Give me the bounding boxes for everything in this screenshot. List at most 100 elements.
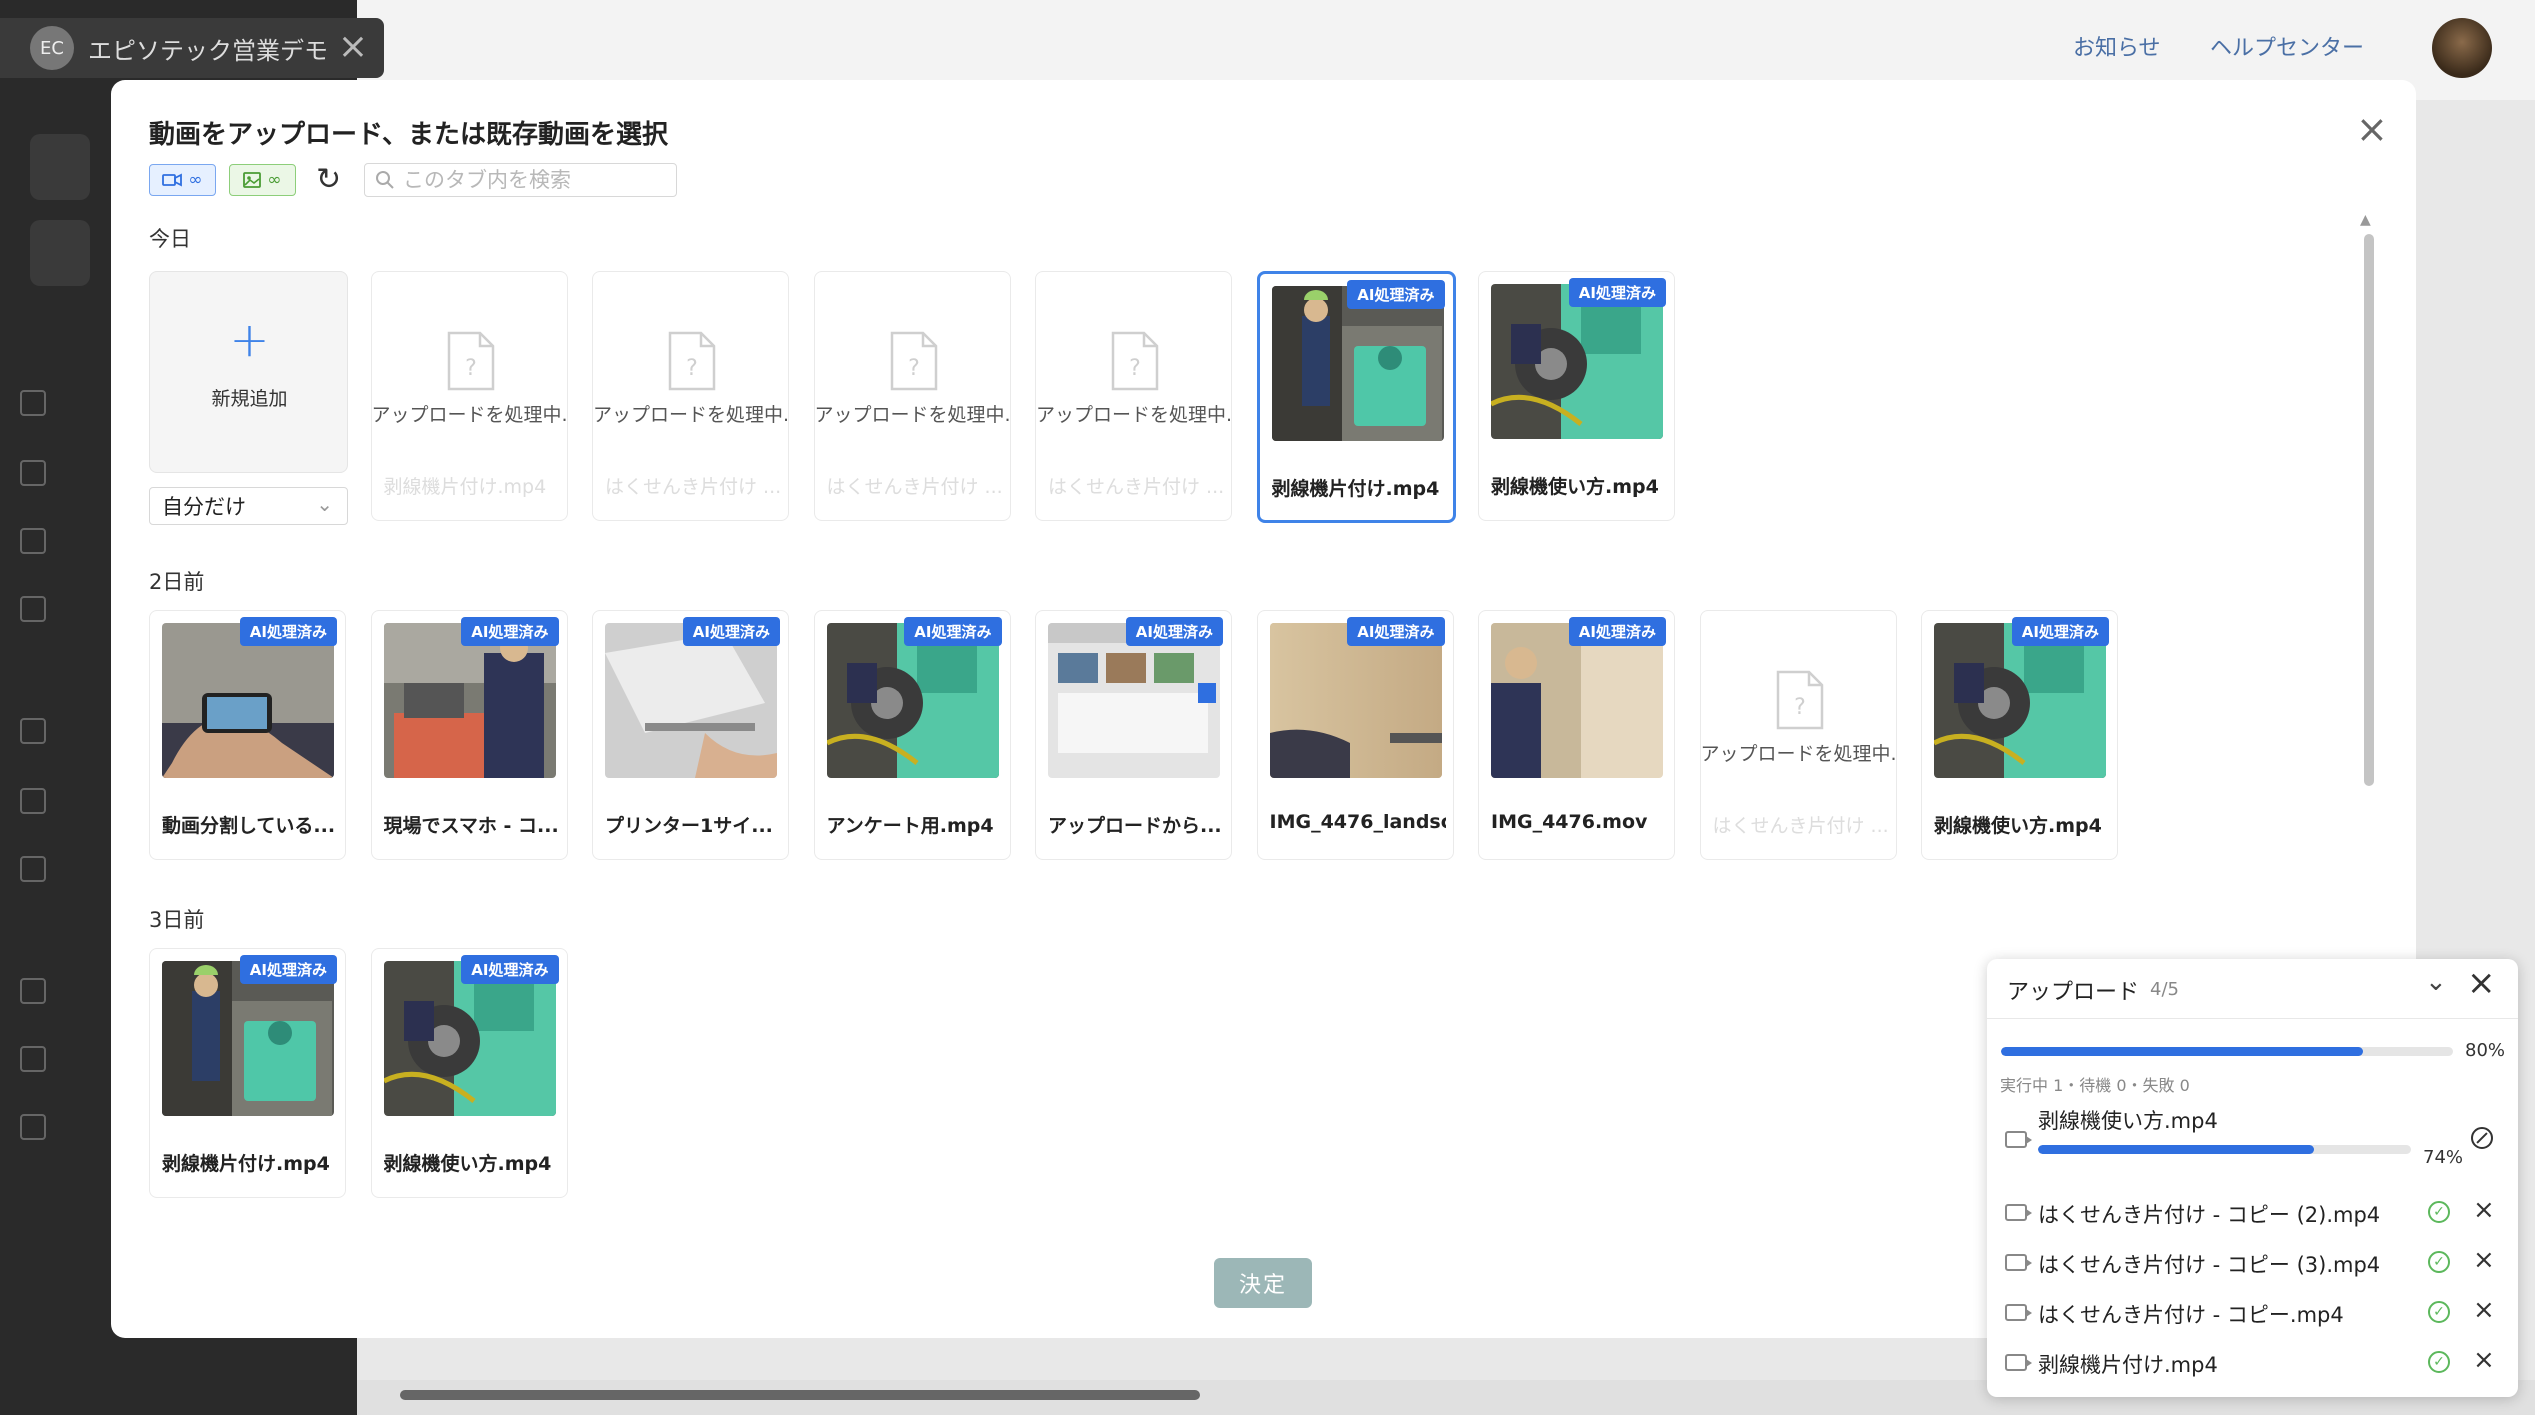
rocket-icon[interactable] bbox=[20, 856, 46, 882]
item-progress-fill bbox=[2038, 1145, 2315, 1154]
owner-filter-select[interactable]: 自分だけ ⌄ bbox=[149, 487, 348, 525]
video-card-name: アンケート用.mp4 bbox=[826, 815, 994, 837]
refresh-icon[interactable]: ↻ bbox=[316, 162, 341, 197]
avatar[interactable] bbox=[2432, 18, 2492, 78]
video-thumbnail bbox=[1269, 623, 1442, 778]
video-icon bbox=[2005, 1304, 2032, 1321]
remove-icon[interactable]: × bbox=[2473, 1295, 2495, 1325]
video-card[interactable]: AI処理済み アップロードから... bbox=[1035, 610, 1232, 860]
video-card-name: 剥線機使い方.mp4 bbox=[383, 1153, 552, 1175]
file-placeholder-icon: ? bbox=[447, 331, 494, 391]
image-filter-chip[interactable]: ∞ bbox=[229, 164, 296, 196]
video-icon bbox=[2005, 1254, 2032, 1271]
ai-processed-badge: AI処理済み bbox=[1347, 617, 1445, 646]
search-field[interactable] bbox=[364, 163, 677, 197]
idea-button[interactable] bbox=[30, 220, 90, 286]
video-thumbnail bbox=[1271, 286, 1444, 441]
video-card[interactable]: AI処理済み IMG_4476.mov bbox=[1478, 610, 1675, 860]
ai-processed-badge: AI処理済み bbox=[239, 617, 337, 646]
shield-icon[interactable] bbox=[20, 1114, 46, 1140]
new-upload-card[interactable]: + 新規追加 bbox=[149, 271, 348, 473]
add-button[interactable] bbox=[30, 134, 90, 200]
file-placeholder-icon: ? bbox=[1111, 331, 1159, 391]
ai-processed-badge: AI処理済み bbox=[1568, 278, 1666, 307]
video-card[interactable]: AI処理済み 剥線機片付け.mp4 bbox=[149, 948, 346, 1198]
video-thumbnail bbox=[605, 623, 777, 778]
chevron-down-icon: ⌄ bbox=[316, 492, 333, 516]
search-input[interactable] bbox=[403, 168, 663, 192]
video-thumbnail bbox=[1491, 284, 1663, 439]
background-scrollbar-thumb[interactable] bbox=[400, 1390, 1200, 1400]
upload-item-name: はくせんき片付け - コピー.mp4 bbox=[2038, 1303, 2344, 1327]
divider bbox=[1987, 1018, 2518, 1019]
board-icon[interactable] bbox=[20, 718, 46, 744]
book-icon[interactable] bbox=[20, 528, 46, 554]
news-link[interactable]: お知らせ bbox=[2073, 30, 2161, 62]
section-label: 今日 bbox=[149, 227, 191, 251]
upload-count: 4/5 bbox=[2150, 979, 2179, 1000]
ai-processed-badge: AI処理済み bbox=[461, 955, 559, 984]
video-card-name: IMG_4476_landsc... bbox=[1269, 811, 1446, 833]
processing-video-card: ? アップロードを処理中... はくせんき片付け ... bbox=[1699, 610, 1898, 860]
video-card[interactable]: AI処理済み剥線機使い方.mp4 bbox=[370, 948, 568, 1198]
workspace-tab[interactable]: EC エピソテック営業デモ × bbox=[0, 18, 384, 78]
remove-icon[interactable]: × bbox=[2473, 1245, 2495, 1275]
video-card-name: はくせんき片付け ... bbox=[826, 476, 1003, 498]
upload-panel: アップロード 4/5 ⌄ × 80% 実行中 1・待機 0・失敗 0 剥線機使い… bbox=[1987, 959, 2518, 1397]
flask-icon[interactable] bbox=[20, 596, 46, 622]
upload-status-line: 実行中 1・待機 0・失敗 0 bbox=[2000, 1076, 2190, 1095]
video-card[interactable]: AI処理済み プリンター1サイ... bbox=[592, 610, 789, 860]
video-card[interactable]: AI処理済み 動画分割している... bbox=[149, 610, 346, 860]
video-card-name: はくせんき片付け ... bbox=[1712, 815, 1889, 837]
owner-filter-value: 自分だけ bbox=[162, 495, 246, 519]
video-card[interactable]: AI処理済み 剥線機使い方.mp4 bbox=[1921, 610, 2118, 860]
cancel-upload-icon[interactable] bbox=[2471, 1127, 2493, 1149]
video-card[interactable]: AI処理済み 剥線機片付け.mp4 bbox=[1256, 271, 1456, 523]
processing-video-card: ? アップロードを処理中... はくせんき片付け ... bbox=[813, 271, 1012, 521]
close-icon[interactable]: × bbox=[338, 26, 368, 67]
collapse-icon[interactable]: ⌄ bbox=[2425, 967, 2447, 997]
chart-icon[interactable] bbox=[20, 788, 46, 814]
modal-scrollbar-thumb[interactable] bbox=[2364, 234, 2374, 786]
video-card[interactable]: AI処理済み アンケート用.mp4 bbox=[813, 610, 1011, 860]
video-card[interactable]: AI処理済み 現場でスマホ - コ... bbox=[370, 610, 568, 860]
file-placeholder-icon: ? bbox=[668, 331, 716, 391]
users-icon[interactable] bbox=[20, 978, 46, 1004]
image-filter-count: ∞ bbox=[267, 170, 282, 190]
section-label: 3日前 bbox=[149, 908, 205, 932]
video-card-name: 剥線機片付け.mp4 bbox=[162, 1153, 330, 1175]
overall-progress-fill bbox=[2001, 1047, 2363, 1056]
video-card-name: プリンター1サイ... bbox=[605, 815, 773, 837]
alarm-icon[interactable] bbox=[20, 1046, 46, 1072]
video-card[interactable]: AI処理済み IMG_4476_landsc... bbox=[1256, 610, 1454, 860]
close-icon[interactable]: × bbox=[2356, 110, 2388, 148]
file-placeholder-icon: ? bbox=[890, 331, 937, 391]
video-filter-count: ∞ bbox=[188, 170, 203, 190]
video-thumbnail bbox=[1048, 623, 1220, 778]
video-card[interactable]: AI処理済み剥線機使い方.mp4 bbox=[1478, 271, 1675, 521]
upload-item: はくせんき片付け - コピー (3).mp4 ✓ × bbox=[1987, 1243, 2518, 1283]
document-icon[interactable] bbox=[20, 390, 46, 416]
video-card-name: 剥線機片付け.mp4 bbox=[383, 476, 547, 498]
video-card-name: はくせんき片付け ... bbox=[1048, 476, 1224, 498]
scroll-up-icon[interactable]: ▲ bbox=[2360, 212, 2371, 228]
help-center-link[interactable]: ヘルプセンター bbox=[2210, 30, 2364, 62]
video-card-name: 剥線機使い方.mp4 bbox=[1491, 476, 1659, 498]
processing-label: アップロードを処理中... bbox=[1700, 743, 1898, 765]
remove-icon[interactable]: × bbox=[2473, 1195, 2495, 1225]
remove-icon[interactable]: × bbox=[2473, 1345, 2495, 1375]
image-icon bbox=[243, 172, 262, 188]
upload-item-name: はくせんき片付け - コピー (2).mp4 bbox=[2038, 1203, 2381, 1227]
upload-item: はくせんき片付け - コピー (2).mp4 ✓ × bbox=[1987, 1193, 2518, 1233]
close-icon[interactable]: × bbox=[2467, 963, 2496, 1003]
video-thumbnail bbox=[1491, 623, 1663, 778]
section-label: 2日前 bbox=[149, 570, 205, 594]
video-filter-chip[interactable]: ∞ bbox=[149, 164, 216, 196]
confirm-button[interactable]: 決定 bbox=[1214, 1258, 1312, 1308]
svg-text:?: ? bbox=[686, 356, 698, 381]
image-icon[interactable] bbox=[20, 460, 46, 486]
video-icon bbox=[2005, 1131, 2032, 1148]
svg-text:?: ? bbox=[1129, 356, 1141, 381]
ai-processed-badge: AI処理済み bbox=[1347, 280, 1445, 309]
processing-label: アップロードを処理中... bbox=[814, 404, 1012, 426]
